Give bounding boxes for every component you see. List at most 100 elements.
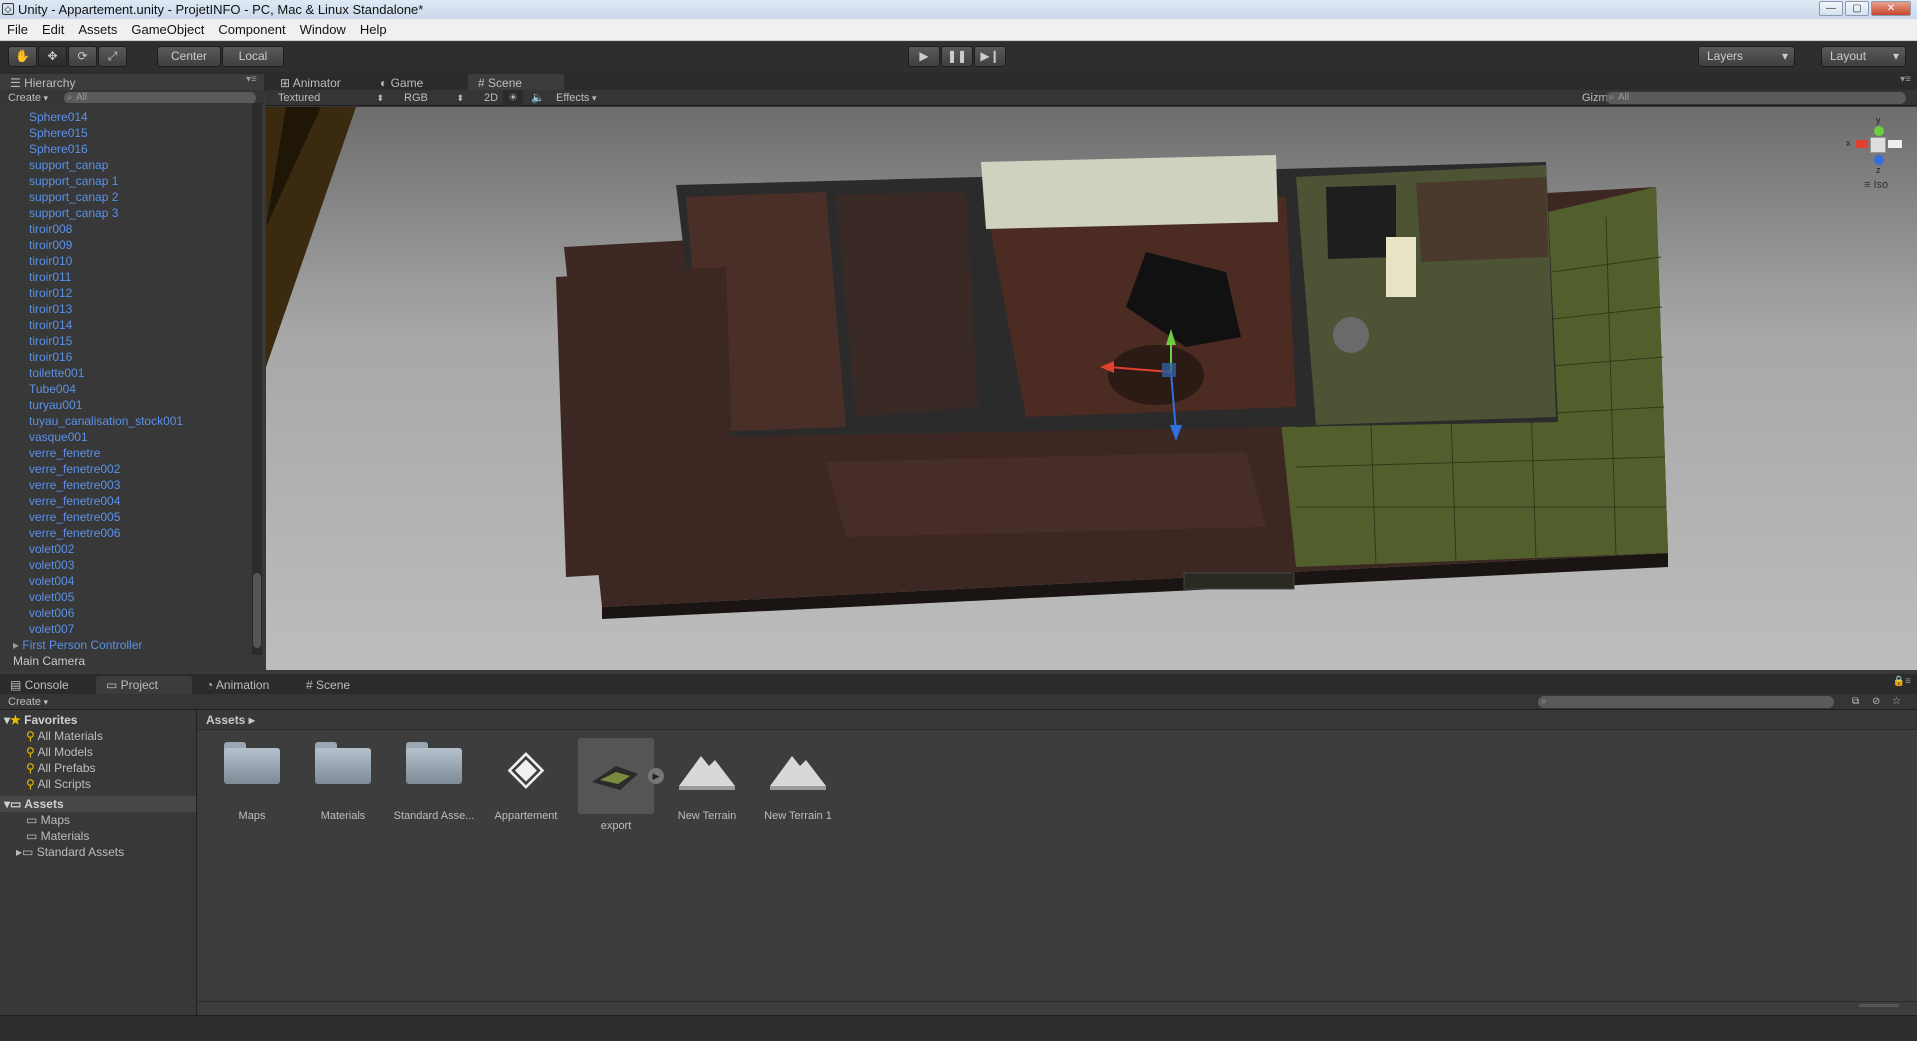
expand-arrow-icon[interactable]: ▶ [648,768,664,784]
zoom-slider[interactable] [1859,1004,1899,1007]
asset-item[interactable]: New Terrain [663,740,751,822]
gizmo-cube[interactable] [1870,137,1886,153]
hierarchy-item[interactable]: verre_fenetre005 [0,509,264,525]
hierarchy-item[interactable]: Tube004 [0,381,264,397]
hierarchy-item[interactable]: volet005 [0,589,264,605]
asset-folder-item[interactable]: ▭ Maps [0,812,196,828]
hierarchy-item[interactable]: volet002 [0,541,264,557]
scrollbar-thumb[interactable] [253,573,261,648]
menu-assets[interactable]: Assets [71,19,124,40]
hierarchy-item[interactable]: support_canap [0,157,264,173]
hierarchy-item[interactable]: tiroir015 [0,333,264,349]
maximize-button[interactable]: ▢ [1845,1,1869,16]
layers-dropdown[interactable]: Layers ▾ [1698,46,1795,67]
orientation-gizmo[interactable]: y x z ≡ Iso [1840,115,1910,195]
hierarchy-item[interactable]: tiroir013 [0,301,264,317]
axis-neg-x-cone[interactable] [1888,140,1902,148]
mode-2d-toggle[interactable]: 2D [480,90,502,106]
panel-menu-icon[interactable]: ▾≡ [1900,74,1911,85]
hierarchy-item[interactable]: tuyau_canalisation_stock001 [0,413,264,429]
asset-item[interactable]: Standard Asse... [390,740,478,822]
hierarchy-item[interactable]: Sphere016 [0,141,264,157]
hierarchy-item[interactable]: toilette001 [0,365,264,381]
scene-search-input[interactable]: ⌕ All [1606,92,1906,104]
step-button[interactable]: ▶❙ [974,46,1006,67]
asset-item-selected[interactable]: ▶ export [572,738,664,832]
gizmo-plane-handle[interactable] [1162,363,1176,377]
hierarchy-item[interactable]: verre_fenetre006 [0,525,264,541]
hierarchy-item[interactable]: tiroir012 [0,285,264,301]
hierarchy-item[interactable]: turyau001 [0,397,264,413]
hierarchy-item[interactable]: verre_fenetre004 [0,493,264,509]
asset-item[interactable]: New Terrain 1 [754,740,842,822]
hierarchy-item[interactable]: tiroir016 [0,349,264,365]
hand-tool-icon[interactable]: ✋ [8,46,37,67]
tab-animation[interactable]: ◔ Animation [196,676,279,694]
scene-view[interactable]: y x z ≡ Iso [266,107,1917,670]
move-tool-icon[interactable]: ✥ [38,46,67,67]
hierarchy-item[interactable]: verre_fenetre002 [0,461,264,477]
menu-window[interactable]: Window [293,19,353,40]
asset-item[interactable]: Maps [208,740,296,822]
hierarchy-item[interactable]: vasque001 [0,429,264,445]
hierarchy-item[interactable]: Sphere014 [0,109,264,125]
pivot-local-toggle[interactable]: Local [222,46,284,67]
hierarchy-scrollbar[interactable] [252,103,262,655]
lighting-toggle-icon[interactable]: ☀ [503,90,523,106]
asset-folder-item[interactable]: ▸▭ Standard Assets [0,844,196,860]
filter-type-icon[interactable]: ⧉ [1852,694,1859,710]
pause-button[interactable]: ❚❚ [941,46,973,67]
tab-console[interactable]: ▤ Console [0,676,79,694]
hierarchy-item[interactable]: volet006 [0,605,264,621]
hierarchy-item[interactable]: volet004 [0,573,264,589]
hierarchy-item[interactable]: Sphere015 [0,125,264,141]
hierarchy-item[interactable]: verre_fenetre [0,445,264,461]
hierarchy-item[interactable]: verre_fenetre003 [0,477,264,493]
hierarchy-item[interactable]: volet003 [0,557,264,573]
menu-component[interactable]: Component [211,19,292,40]
menu-edit[interactable]: Edit [35,19,71,40]
hierarchy-item[interactable]: support_canap 2 [0,189,264,205]
breadcrumb[interactable]: Assets ▸ [198,710,1917,730]
projection-toggle[interactable]: ≡ Iso [1864,179,1888,191]
hierarchy-item[interactable]: tiroir009 [0,237,264,253]
shading-mode-dropdown[interactable]: Textured ⬍ [278,90,388,106]
hierarchy-item[interactable]: support_canap 1 [0,173,264,189]
hierarchy-item[interactable]: volet007 [0,621,264,637]
chevron-right-icon[interactable]: ▸ [13,638,22,652]
effects-dropdown[interactable]: Effects ▾ [556,90,596,106]
minimize-button[interactable]: — [1819,1,1843,16]
hierarchy-item[interactable]: tiroir008 [0,221,264,237]
filter-label-icon[interactable]: ⊘ [1872,694,1880,710]
menu-help[interactable]: Help [353,19,394,40]
asset-item[interactable]: ◈ Appartement [482,740,570,822]
hierarchy-root-item[interactable]: ▸ First Person Controller [0,637,264,653]
layout-dropdown[interactable]: Layout ▾ [1821,46,1906,67]
hierarchy-root-item[interactable]: Main Camera [0,653,264,669]
scale-tool-icon[interactable]: ⤢ [98,46,127,67]
axis-z-cone[interactable] [1874,155,1884,165]
favorite-item[interactable]: ⚲ All Models [0,744,196,760]
asset-item[interactable]: Materials [299,740,387,822]
menu-file[interactable]: File [0,19,35,40]
favorites-header[interactable]: ▾★ Favorites [0,710,196,728]
hierarchy-item[interactable]: tiroir011 [0,269,264,285]
axis-y-cone[interactable] [1874,126,1884,136]
tab-project[interactable]: ▭ Project [96,676,192,694]
panel-menu-icon[interactable]: ▾≡ [246,74,257,85]
play-button[interactable]: ▶ [908,46,940,67]
favorite-item[interactable]: ⚲ All Prefabs [0,760,196,776]
close-button[interactable]: ✕ [1871,1,1911,16]
axis-x-cone[interactable] [1856,140,1868,148]
pivot-center-toggle[interactable]: Center [157,46,221,67]
lock-icon[interactable]: 🔒≡ [1893,676,1911,687]
audio-toggle-icon[interactable]: 🔈 [528,90,548,106]
hierarchy-item[interactable]: tiroir010 [0,253,264,269]
hierarchy-item[interactable]: tiroir014 [0,317,264,333]
project-create-button[interactable]: Create [0,696,41,708]
menu-gameobject[interactable]: GameObject [124,19,211,40]
project-search-input[interactable]: ⌕ [1538,696,1834,708]
tab-scene-bottom[interactable]: # Scene [296,676,360,694]
render-mode-dropdown[interactable]: RGB ⬍ [404,90,468,106]
assets-root[interactable]: ▾▭ Assets [0,796,196,812]
